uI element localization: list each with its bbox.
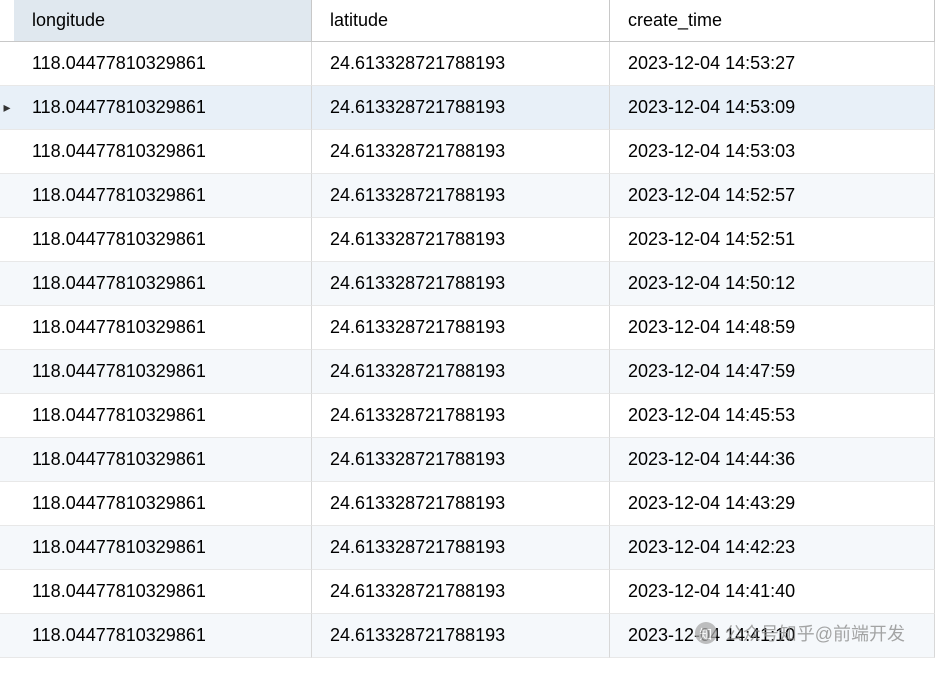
row-marker <box>0 482 14 526</box>
cell-longitude[interactable]: 118.04477810329861 <box>14 174 312 218</box>
table-row[interactable]: 118.0447781032986124.6133287217881932023… <box>0 218 935 262</box>
cell-create-time[interactable]: 2023-12-04 14:43:29 <box>610 482 935 526</box>
cell-create-time[interactable]: 2023-12-04 14:45:53 <box>610 394 935 438</box>
cell-create-time[interactable]: 2023-12-04 14:42:23 <box>610 526 935 570</box>
row-marker <box>0 306 14 350</box>
row-marker <box>0 570 14 614</box>
table-row[interactable]: 118.0447781032986124.6133287217881932023… <box>0 174 935 218</box>
table-row[interactable]: 118.0447781032986124.6133287217881932023… <box>0 526 935 570</box>
column-header-longitude[interactable]: longitude <box>14 0 312 42</box>
cell-longitude[interactable]: 118.04477810329861 <box>14 262 312 306</box>
current-row-indicator-icon: ▸ <box>3 99 10 116</box>
row-marker: ▸ <box>0 86 14 130</box>
table-header-row: longitude latitude create_time <box>0 0 935 42</box>
table-row[interactable]: 118.0447781032986124.6133287217881932023… <box>0 570 935 614</box>
cell-create-time[interactable]: 2023-12-04 14:41:10 <box>610 614 935 658</box>
row-marker <box>0 394 14 438</box>
table-row[interactable]: 118.0447781032986124.6133287217881932023… <box>0 350 935 394</box>
row-marker <box>0 218 14 262</box>
table-body: 118.0447781032986124.6133287217881932023… <box>0 42 935 658</box>
column-header-create-time[interactable]: create_time <box>610 0 935 42</box>
table-row[interactable]: 118.0447781032986124.6133287217881932023… <box>0 262 935 306</box>
cell-create-time[interactable]: 2023-12-04 14:52:51 <box>610 218 935 262</box>
cell-latitude[interactable]: 24.613328721788193 <box>312 350 610 394</box>
cell-create-time[interactable]: 2023-12-04 14:53:09 <box>610 86 935 130</box>
column-header-latitude[interactable]: latitude <box>312 0 610 42</box>
cell-longitude[interactable]: 118.04477810329861 <box>14 614 312 658</box>
row-marker <box>0 438 14 482</box>
cell-create-time[interactable]: 2023-12-04 14:53:27 <box>610 42 935 86</box>
cell-longitude[interactable]: 118.04477810329861 <box>14 218 312 262</box>
cell-latitude[interactable]: 24.613328721788193 <box>312 526 610 570</box>
cell-latitude[interactable]: 24.613328721788193 <box>312 394 610 438</box>
table-row[interactable]: ▸118.0447781032986124.613328721788193202… <box>0 86 935 130</box>
cell-latitude[interactable]: 24.613328721788193 <box>312 218 610 262</box>
cell-create-time[interactable]: 2023-12-04 14:47:59 <box>610 350 935 394</box>
cell-create-time[interactable]: 2023-12-04 14:41:40 <box>610 570 935 614</box>
cell-longitude[interactable]: 118.04477810329861 <box>14 482 312 526</box>
table-row[interactable]: 118.0447781032986124.6133287217881932023… <box>0 482 935 526</box>
cell-longitude[interactable]: 118.04477810329861 <box>14 570 312 614</box>
cell-latitude[interactable]: 24.613328721788193 <box>312 86 610 130</box>
table-row[interactable]: 118.0447781032986124.6133287217881932023… <box>0 614 935 658</box>
cell-longitude[interactable]: 118.04477810329861 <box>14 86 312 130</box>
data-table: longitude latitude create_time 118.04477… <box>0 0 935 658</box>
cell-latitude[interactable]: 24.613328721788193 <box>312 614 610 658</box>
row-marker-header <box>0 0 14 42</box>
cell-longitude[interactable]: 118.04477810329861 <box>14 350 312 394</box>
row-marker <box>0 262 14 306</box>
row-marker <box>0 614 14 658</box>
cell-latitude[interactable]: 24.613328721788193 <box>312 174 610 218</box>
table-row[interactable]: 118.0447781032986124.6133287217881932023… <box>0 130 935 174</box>
row-marker <box>0 174 14 218</box>
cell-create-time[interactable]: 2023-12-04 14:50:12 <box>610 262 935 306</box>
cell-longitude[interactable]: 118.04477810329861 <box>14 130 312 174</box>
cell-longitude[interactable]: 118.04477810329861 <box>14 306 312 350</box>
cell-latitude[interactable]: 24.613328721788193 <box>312 306 610 350</box>
row-marker <box>0 350 14 394</box>
cell-latitude[interactable]: 24.613328721788193 <box>312 438 610 482</box>
cell-latitude[interactable]: 24.613328721788193 <box>312 130 610 174</box>
table-row[interactable]: 118.0447781032986124.6133287217881932023… <box>0 438 935 482</box>
cell-longitude[interactable]: 118.04477810329861 <box>14 42 312 86</box>
table-row[interactable]: 118.0447781032986124.6133287217881932023… <box>0 394 935 438</box>
cell-latitude[interactable]: 24.613328721788193 <box>312 42 610 86</box>
cell-longitude[interactable]: 118.04477810329861 <box>14 438 312 482</box>
cell-create-time[interactable]: 2023-12-04 14:52:57 <box>610 174 935 218</box>
table-row[interactable]: 118.0447781032986124.6133287217881932023… <box>0 306 935 350</box>
table-row[interactable]: 118.0447781032986124.6133287217881932023… <box>0 42 935 86</box>
cell-longitude[interactable]: 118.04477810329861 <box>14 394 312 438</box>
cell-create-time[interactable]: 2023-12-04 14:53:03 <box>610 130 935 174</box>
cell-create-time[interactable]: 2023-12-04 14:48:59 <box>610 306 935 350</box>
cell-latitude[interactable]: 24.613328721788193 <box>312 482 610 526</box>
cell-create-time[interactable]: 2023-12-04 14:44:36 <box>610 438 935 482</box>
cell-longitude[interactable]: 118.04477810329861 <box>14 526 312 570</box>
row-marker <box>0 42 14 86</box>
row-marker <box>0 130 14 174</box>
row-marker <box>0 526 14 570</box>
cell-latitude[interactable]: 24.613328721788193 <box>312 570 610 614</box>
cell-latitude[interactable]: 24.613328721788193 <box>312 262 610 306</box>
